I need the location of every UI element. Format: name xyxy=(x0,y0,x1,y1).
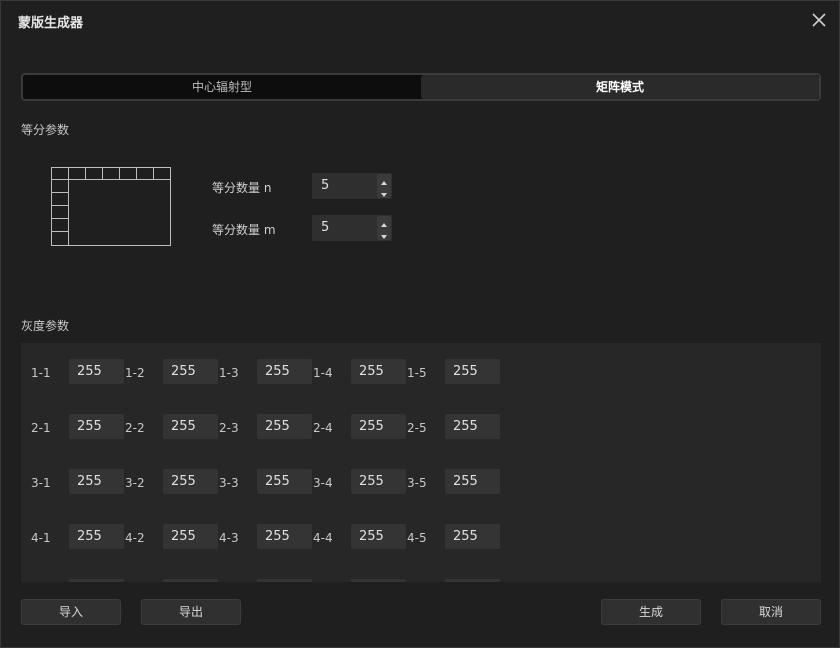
close-icon[interactable] xyxy=(811,12,827,28)
gray-value-input[interactable]: 255 xyxy=(163,524,218,549)
cell-label: 1-4 xyxy=(313,366,333,380)
caret-down-icon xyxy=(381,235,387,239)
cell-label: 3-2 xyxy=(125,476,145,490)
m-value[interactable]: 5 xyxy=(321,220,329,235)
cell-label: 4-2 xyxy=(125,531,145,545)
mode-segmented-control: 中心辐射型 矩阵模式 xyxy=(21,73,821,101)
gray-value-input[interactable]: 255 xyxy=(351,414,406,439)
gray-value-input[interactable]: 255 xyxy=(257,469,312,494)
gray-value-input[interactable]: 255 xyxy=(257,524,312,549)
cell-label: 4-4 xyxy=(313,531,333,545)
gray-value-input[interactable]: 255 xyxy=(69,469,124,494)
gray-section-label: 灰度参数 xyxy=(21,319,70,333)
gray-value-input[interactable]: 255 xyxy=(445,469,500,494)
cell-label: 2-1 xyxy=(31,421,51,435)
cell-label: 4-5 xyxy=(407,531,427,545)
cell-label: 4-3 xyxy=(219,531,239,545)
cell-label: 1-5 xyxy=(407,366,427,380)
mask-generator-dialog: 蒙版生成器 中心辐射型 矩阵模式 等分参数 等分数量 n 5 等分数量 m 5 … xyxy=(0,0,840,648)
gray-value-input-clipped[interactable] xyxy=(351,579,406,582)
division-section-label: 等分参数 xyxy=(21,123,70,137)
cell-label: 1-1 xyxy=(31,366,51,380)
gray-value-input[interactable]: 255 xyxy=(445,414,500,439)
cell-label: 2-2 xyxy=(125,421,145,435)
gray-value-input[interactable]: 255 xyxy=(163,469,218,494)
n-spinbox[interactable]: 5 xyxy=(312,173,392,199)
gray-value-input[interactable]: 255 xyxy=(163,359,218,384)
gray-values-panel[interactable]: 1-1 255 1-2 255 1-3 255 1-4 255 1-5 255 … xyxy=(21,343,821,582)
cell-label: 3-5 xyxy=(407,476,427,490)
gray-value-input[interactable]: 255 xyxy=(445,359,500,384)
m-decrement-button[interactable] xyxy=(377,228,391,240)
generate-button[interactable]: 生成 xyxy=(601,599,701,625)
cell-label: 2-4 xyxy=(313,421,333,435)
cell-label: 3-1 xyxy=(31,476,51,490)
cell-label: 3-3 xyxy=(219,476,239,490)
import-button[interactable]: 导入 xyxy=(21,599,121,625)
gray-value-input-clipped[interactable] xyxy=(445,579,500,582)
n-decrement-button[interactable] xyxy=(377,186,391,198)
m-spinbox[interactable]: 5 xyxy=(312,215,392,241)
cell-label: 2-5 xyxy=(407,421,427,435)
cell-label: 1-3 xyxy=(219,366,239,380)
gray-value-input[interactable]: 255 xyxy=(257,359,312,384)
gray-value-input[interactable]: 255 xyxy=(351,469,406,494)
gray-value-input-clipped[interactable] xyxy=(69,579,124,582)
gray-value-input[interactable]: 255 xyxy=(69,414,124,439)
gray-value-input-clipped[interactable] xyxy=(163,579,218,582)
gray-value-input[interactable]: 255 xyxy=(69,524,124,549)
n-increment-button[interactable] xyxy=(377,174,391,186)
matrix-grid-preview xyxy=(51,167,171,246)
export-button[interactable]: 导出 xyxy=(141,599,241,625)
tab-center-radial[interactable]: 中心辐射型 xyxy=(23,75,421,99)
gray-value-input[interactable]: 255 xyxy=(163,414,218,439)
gray-value-input[interactable]: 255 xyxy=(257,414,312,439)
n-value[interactable]: 5 xyxy=(321,178,329,193)
gray-value-input[interactable]: 255 xyxy=(351,524,406,549)
cell-label: 2-3 xyxy=(219,421,239,435)
dialog-title: 蒙版生成器 xyxy=(18,16,84,31)
gray-value-input[interactable]: 255 xyxy=(69,359,124,384)
gray-value-input[interactable]: 255 xyxy=(351,359,406,384)
n-label: 等分数量 n xyxy=(212,181,272,195)
m-increment-button[interactable] xyxy=(377,216,391,228)
tab-matrix-mode[interactable]: 矩阵模式 xyxy=(421,75,819,99)
cell-label: 4-1 xyxy=(31,531,51,545)
caret-down-icon xyxy=(381,193,387,197)
gray-value-input-clipped[interactable] xyxy=(257,579,312,582)
cell-label: 3-4 xyxy=(313,476,333,490)
m-label: 等分数量 m xyxy=(212,223,276,237)
gray-value-input[interactable]: 255 xyxy=(445,524,500,549)
cancel-button[interactable]: 取消 xyxy=(721,599,821,625)
cell-label: 1-2 xyxy=(125,366,145,380)
